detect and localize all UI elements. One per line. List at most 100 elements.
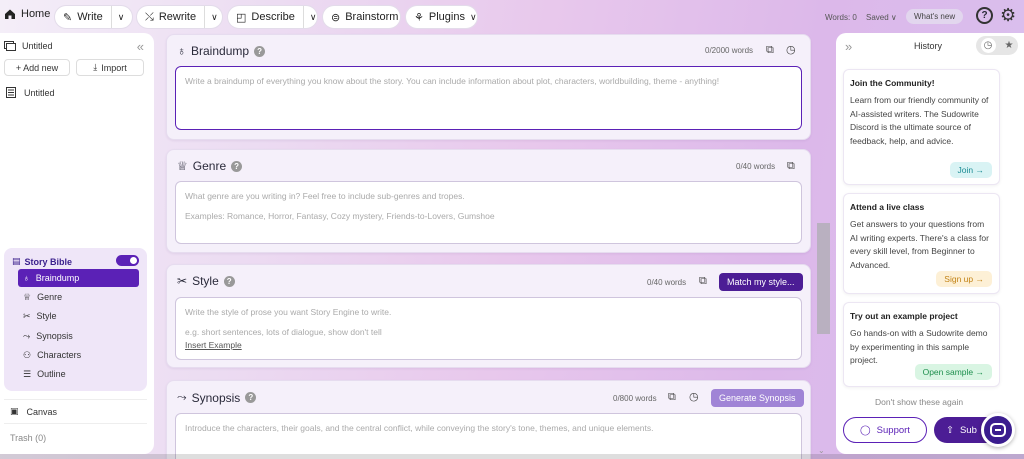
copy-icon[interactable]: ⧉ [787,160,795,173]
word-count: 0/40 words [736,162,776,171]
chat-bubble-icon: ◯ [860,424,871,436]
card-title-label: Braindump [191,44,250,58]
plugins-button[interactable]: ⚘ Plugins ∨ [406,6,477,28]
copy-icon[interactable]: ⧉ [699,275,707,288]
whats-new-button[interactable]: What's new [906,9,964,24]
project-title-label: Untitled [22,41,53,51]
document-item[interactable]: Untitled [6,87,55,98]
sign-up-button[interactable]: Sign up → [936,271,992,287]
promo-body: Learn from our friendly community of AI-… [850,95,989,146]
story-bible-header: ▤ Story Bible [12,256,72,267]
saved-label: Saved [866,13,889,22]
plugin-icon: ⚘ [414,11,424,24]
collapse-sidebar-icon[interactable]: « [137,39,144,54]
style-input[interactable]: Write the style of prose you want Story … [175,297,802,360]
trophy-icon: ♕ [23,291,32,302]
write-button[interactable]: ✎ Write [55,6,111,28]
sidebar-item-label: Braindump [35,273,80,283]
style-icon: ✂ [177,274,188,288]
synopsis-icon: ⤳ [177,390,187,404]
history-title: History [914,41,943,51]
synopsis-icon: ⤳ [23,330,31,341]
join-button[interactable]: Join → [949,162,992,178]
brainstorm-icon: ⊜ [331,11,341,24]
document-label: Untitled [24,87,55,98]
promo-body: Get answers to your questions from AI wr… [850,219,989,270]
download-icon: ⤓ [93,62,98,72]
brain-icon: ♁ [177,44,186,58]
main-scrollbar[interactable] [817,223,830,334]
write-dropdown-button[interactable]: ∨ [110,6,131,28]
import-button[interactable]: ⤓ Import [76,59,144,76]
canvas-item[interactable]: ▣ Canvas [4,399,147,424]
gear-icon[interactable]: ⚙ [1000,5,1016,26]
sidebar-item-outline[interactable]: ☰ Outline [18,365,139,383]
magic-wand-icon: ⤯ [145,10,154,23]
card-title-label: Style [192,274,219,288]
insert-example-link[interactable]: Insert Example [185,339,792,351]
braindump-input[interactable]: Write a braindump of everything you know… [175,66,802,130]
trash-link[interactable]: Trash (0) [10,433,46,443]
genre-input[interactable]: What genre are you writing in? Feel free… [175,181,802,244]
clock-icon[interactable]: ◷ [980,38,996,53]
saved-status: Saved ∨ [866,13,897,22]
star-icon[interactable]: ★ [1005,40,1014,51]
import-label: Import [101,62,127,73]
expand-panel-icon[interactable]: » [845,39,852,54]
help-icon[interactable]: ? [976,7,993,24]
chat-widget-button[interactable] [981,413,1015,447]
promo-heading: Attend a live class [850,202,925,212]
word-count: Words: 0 [825,13,857,22]
describe-dropdown-button[interactable]: ∨ [302,6,323,28]
word-count: 0/2000 words [705,46,754,55]
sidebar-item-genre[interactable]: ♕ Genre [18,288,139,306]
braindump-card: ♁ Braindump ? 0/2000 words ⧉ ◷ Write a b… [166,34,811,140]
sidebar-item-style[interactable]: ✂ Style [18,307,139,325]
brainstorm-button[interactable]: ⊜ Brainstorm [323,6,400,28]
chevron-down-icon: ∨ [117,11,125,22]
copy-icon[interactable]: ⧉ [766,44,774,57]
promo-heading: Try out an example project [850,311,958,321]
canvas-icon: ▣ [10,406,19,416]
dont-show-again-link[interactable]: Don't show these again [875,397,963,407]
copy-icon[interactable]: ⧉ [668,391,676,404]
sidebar-item-label: Outline [37,369,66,379]
rewrite-button[interactable]: ⤯ Rewrite [137,6,204,28]
sidebar-item-braindump[interactable]: ♁ Braindump [18,269,139,287]
support-button[interactable]: ◯ Support [843,417,927,443]
help-icon[interactable]: ? [245,392,257,403]
describe-label: Describe [251,11,295,23]
promo-heading: Join the Community! [850,78,935,88]
word-count: 0/800 words [613,394,657,403]
synopsis-input[interactable]: Introduce the characters, their goals, a… [175,413,802,459]
describe-button[interactable]: ◰ Describe [228,6,303,28]
help-icon[interactable]: ? [254,45,266,57]
style-icon: ✂ [23,310,31,321]
rewrite-dropdown-button[interactable]: ∨ [204,6,224,28]
card-title-label: Synopsis [191,390,241,405]
sidebar-item-label: Style [36,311,57,321]
project-title[interactable]: Untitled [4,41,53,51]
word-count: 0/40 words [647,278,687,287]
synopsis-card: ⤳ Synopsis ? 0/800 words ⧉ ◷ Generate Sy… [166,380,811,459]
help-icon[interactable]: ? [231,160,243,172]
genre-card: ♕ Genre ? 0/40 words ⧉ What genre are yo… [166,149,811,253]
chevron-down-icon: ∨ [309,11,317,22]
history-icon[interactable]: ◷ [786,43,796,56]
open-sample-button[interactable]: Open sample → [914,364,992,380]
chevron-down-icon: ∨ [890,13,897,22]
write-button-group: ✎ Write ∨ [55,6,132,28]
match-my-style-button[interactable]: Match my style... [719,273,803,291]
brain-icon: ♁ [23,273,30,283]
history-icon[interactable]: ◷ [689,390,699,403]
sidebar-item-synopsis[interactable]: ⤳ Synopsis [18,327,139,345]
help-icon[interactable]: ? [223,275,235,287]
sidebar-item-characters[interactable]: ⚇ Characters [18,346,139,364]
book-icon: ▤ [12,256,21,266]
story-bible-toggle[interactable] [116,255,139,266]
left-sidebar: Untitled « + Add new ⤓ Import Untitled ▤… [0,33,154,454]
add-new-button[interactable]: + Add new [4,59,70,76]
generate-synopsis-button[interactable]: Generate Synopsis [711,389,804,407]
home-button[interactable]: Home [4,8,50,20]
speech-bubble-icon: ◰ [236,11,247,24]
